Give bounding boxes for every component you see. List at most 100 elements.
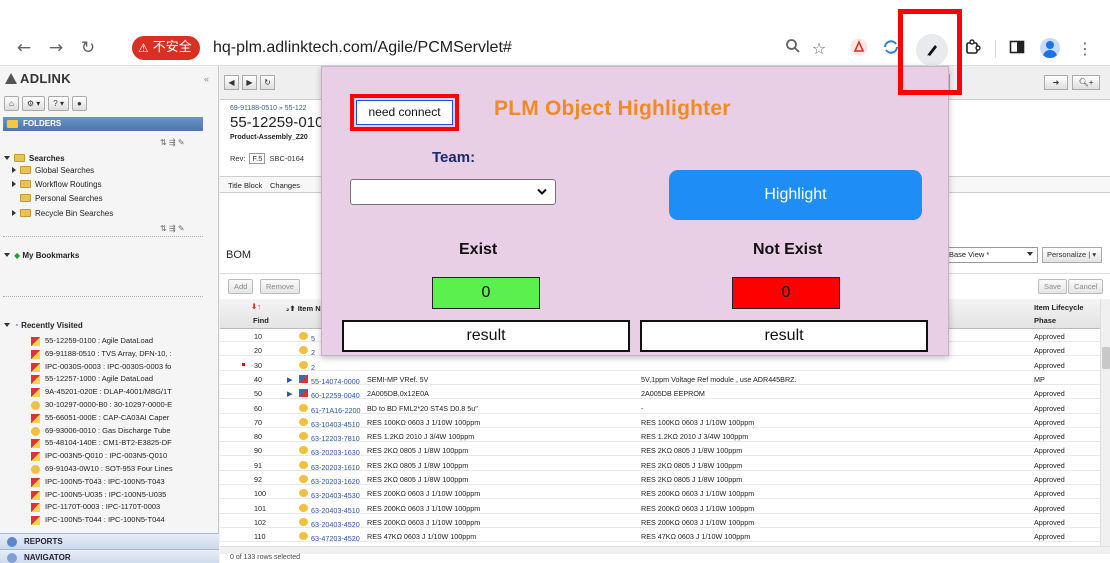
table-row[interactable]: 90 63-20203-1630 RES 2KΩ 0805 J 1/8W 100pp… [220,444,1100,457]
recent-item[interactable]: 55-12257-1000 : Agile DataLoad [45,374,205,383]
collapse-sidebar-icon[interactable]: « [204,74,209,84]
table-row[interactable]: 80 63-12203-7810 RES 1.2KΩ 2010 J 3/4W 100… [220,430,1100,443]
table-row[interactable]: 100 63-20403-4530 RES 200KΩ 0603 J 1/10W 1… [220,487,1100,500]
grid-vertical-scrollbar[interactable] [1100,299,1110,546]
remove-button[interactable]: Remove [260,279,300,294]
need-connect-button[interactable]: need connect [356,100,453,125]
highlight-button[interactable]: Highlight [669,170,922,220]
table-row[interactable]: 91 63-20203-1610 RES 2KΩ 0805 J 1/8W 100pp… [220,459,1100,472]
cell-item-number[interactable]: 63-20203-1630 [299,446,360,457]
search-item-global[interactable]: Global Searches [12,166,94,175]
searches-node[interactable]: Searches [4,154,65,163]
recent-item[interactable]: 69-93006-0010 : Gas Discharge Tube [45,426,205,435]
cancel-button[interactable]: Cancel [1068,279,1104,294]
help-dropdown-button[interactable]: ? ▾ [48,96,69,111]
next-button[interactable]: ▶ [242,75,257,90]
searches-tools[interactable]: ⇅ ⇶ ✎ [160,224,185,233]
table-row[interactable]: 92 63-20203-1620 RES 2KΩ 0805 J 1/8W 100pp… [220,473,1100,486]
recent-item[interactable]: IPC-100N5-T043 : IPC-100N5-T043 [45,477,205,486]
puzzle-icon[interactable] [962,38,984,60]
table-row[interactable]: 60 61-71A16-2200 BD to BD FML2*20 ST4S D0.… [220,402,1100,415]
recent-item[interactable]: 69-91043-0W10 : SOT-953 Four Lines [45,464,205,473]
add-button[interactable]: Add [228,279,254,294]
cell-item-number[interactable]: 2 [299,360,315,372]
profile-icon[interactable] [1040,38,1060,58]
record-button[interactable]: ● [71,96,87,111]
table-row[interactable]: 101 63-20403-4510 RES 200KΩ 0603 J 1/10W 1… [220,502,1100,515]
search-item-recycle[interactable]: Recycle Bin Searches [12,209,113,218]
cell-item-number[interactable]: 63-20203-1610 [299,460,360,472]
cell-item-number[interactable]: ▶ 55-14074-0000 [287,374,360,386]
revision-select[interactable]: F.5 [249,153,266,164]
recent-item[interactable]: 55-48104-140E : CM1-BT2-E3825-DF [45,438,205,447]
recent-item[interactable]: IPC-0030S-0003 : IPC-0030S-0003 fo [45,362,205,371]
folders-header[interactable]: FOLDERS [3,117,203,131]
back-icon[interactable]: ← [14,38,34,58]
folders-tools[interactable]: ⇅ ⇶ ✎ [160,138,185,147]
recent-node[interactable]: ◔ Recently Visited [4,321,83,330]
tab-title-block[interactable]: Title Block [228,181,262,190]
table-row[interactable]: 110 63-47203-4520 RES 47KΩ 0603 J 1/10W 10… [220,530,1100,543]
table-row[interactable]: 30 2 Approved [220,359,1100,372]
recent-item[interactable]: 9A-45201-020E : DLAP-4001/M8G/1T [45,387,205,396]
recent-item[interactable]: IPC-100N5-T044 : IPC-100N5-T044 [45,515,205,524]
cell-item-number[interactable]: 63-20403-4530 [299,489,360,500]
navigator-panel[interactable]: NAVIGATOR [0,549,219,563]
home-button[interactable]: ⌂ [4,96,19,111]
go-button[interactable]: ➜ [1044,75,1068,90]
save-button[interactable]: Save [1038,279,1068,294]
column-item-number[interactable]: ₂⬆ Item N [286,304,321,313]
tab-changes[interactable]: Changes [270,181,300,190]
expand-icon[interactable]: ▶ [287,389,293,398]
grid-horizontal-scrollbar[interactable] [220,546,1110,554]
security-chip[interactable]: ⚠ 不安全 [132,36,200,60]
cell-item-number[interactable]: 63-47203-4520 [299,532,360,543]
search-item-personal[interactable]: Personal Searches [20,194,103,203]
sort-icon[interactable]: ⬇↑ [251,302,261,311]
plm-highlighter-popup: need connect PLM Object Highlighter Team… [321,66,949,356]
recent-item[interactable]: IPC-1170T-0003 : IPC-1170T-0003 [45,502,205,511]
cell-item-number[interactable]: 63-12203-7810 [299,432,360,443]
recent-item[interactable]: 55-66051-000E : CAP-CA03AI Caper [45,413,205,422]
personalize-button[interactable]: Personalize | ▾ [1042,247,1102,263]
acrobat-icon[interactable] [848,38,870,60]
recent-item[interactable]: IPC-100N5-U035 : IPC-100N5-U035 [45,490,205,499]
table-row[interactable]: 50 ▶ 60-12259-0040 2A005DB,0x12E0A 2A005DB E… [220,387,1100,400]
search-item-workflow[interactable]: Workflow Routings [12,180,102,189]
cell-item-number[interactable]: 63-20203-1620 [299,475,360,486]
recent-item[interactable]: 30-10297-0000-B0 : 30-10297-0000-E [45,400,205,409]
address-bar[interactable]: hq-plm.adlinktech.com/Agile/PCMServlet# [213,38,512,58]
sidepanel-icon[interactable] [1006,38,1028,60]
cell-item-number[interactable]: 5 [299,332,315,343]
bookmarks-node[interactable]: ◆ My Bookmarks [4,251,79,260]
reports-panel[interactable]: REPORTS [0,533,219,549]
star-icon[interactable]: ☆ [808,38,830,60]
cell-item-number[interactable]: 61-71A16-2200 [299,403,361,415]
table-row[interactable]: 102 63-20403-4520 RES 200KΩ 0603 J 1/10W 1… [220,516,1100,529]
zoom-icon[interactable] [782,38,804,60]
column-lifecycle[interactable]: Item Lifecycle [1034,303,1084,312]
cell-item-number[interactable]: 2 [299,346,315,357]
cell-item-number[interactable]: ▶ 60-12259-0040 [287,389,360,400]
team-select[interactable] [350,179,556,205]
prev-button[interactable]: ◀ [224,75,239,90]
menu-icon[interactable]: ⋮ [1074,38,1096,60]
item-type-icon [299,389,308,398]
column-find[interactable]: Find [253,316,269,325]
forward-icon[interactable]: → [46,38,66,58]
refresh-button[interactable]: ↻ [260,75,275,90]
cell-item-number[interactable]: 63-20403-4510 [299,503,360,515]
table-row[interactable]: 70 63-10403-4510 RES 100KΩ 0603 J 1/10W 10… [220,416,1100,429]
reload-icon[interactable]: ↻ [78,38,98,58]
recent-item[interactable]: 69-91188-0510 : TVS Array, DFN-10, : [45,349,205,358]
recent-item[interactable]: 55-12259-0100 : Agile DataLoad [45,336,205,345]
quick-search-button[interactable]: 🔍︎+ [1072,75,1100,90]
expand-icon[interactable]: ▶ [287,375,293,384]
cell-item-number[interactable]: 63-10403-4510 [299,417,360,429]
bom-view-select[interactable]: Base View * [944,247,1038,263]
cell-item-number[interactable]: 63-20403-4520 [299,517,360,529]
breadcrumb[interactable]: 69-91188-0510 » 55-122 [230,105,307,112]
settings-dropdown-button[interactable]: ⚙ ▾ [21,96,46,111]
recent-item[interactable]: IPC-003N5-Q010 : IPC-003N5-Q010 [45,451,205,460]
table-row[interactable]: 40 ▶ 55-14074-0000 SEMI-MP VRef. 5V 5V,1ppm … [220,373,1100,386]
